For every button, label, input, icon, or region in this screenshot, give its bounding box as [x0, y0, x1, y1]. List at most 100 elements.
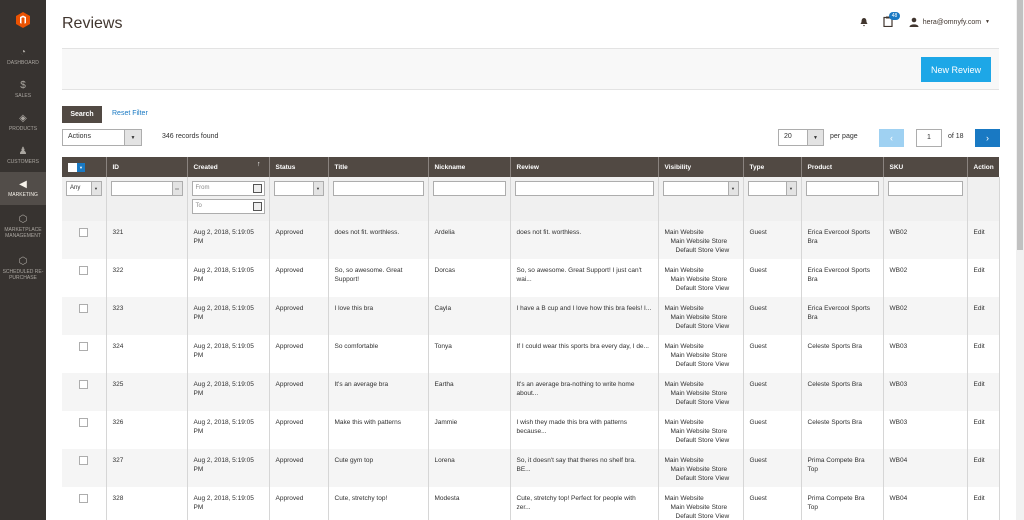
cell-title: does not fit. worthless.: [328, 221, 429, 259]
visibility-scope: Main Website Store: [670, 352, 728, 359]
sidebar-item-customers[interactable]: ♟ CUSTOMERS: [0, 139, 46, 172]
cell-title: So comfortable: [328, 335, 429, 373]
page-scrollbar[interactable]: [1016, 0, 1024, 520]
filter-title-input[interactable]: [332, 181, 424, 196]
cell-status: Approved: [269, 411, 329, 449]
table-row[interactable]: 327 Aug 2, 2018, 5:19:05 PM Approved Cute g…: [62, 449, 1000, 487]
column-header-created[interactable]: Created ↑: [187, 157, 270, 177]
edit-link[interactable]: Edit: [967, 221, 1000, 259]
magento-logo[interactable]: [0, 0, 46, 40]
reset-filter-link[interactable]: Reset Filter: [112, 110, 148, 117]
filter-visibility-select[interactable]: ▼: [662, 181, 739, 196]
row-select-cell: [62, 259, 107, 297]
edit-link[interactable]: Edit: [967, 297, 1000, 335]
per-page-label: per page: [830, 133, 858, 140]
cell-created: Aug 2, 2018, 5:19:05 PM: [187, 259, 270, 297]
edit-link[interactable]: Edit: [967, 335, 1000, 373]
row-checkbox[interactable]: [79, 380, 89, 389]
column-header-status[interactable]: Status: [269, 157, 329, 177]
sidebar-item-label: MARKETING: [8, 192, 38, 198]
filter-nickname-input[interactable]: [432, 181, 506, 196]
sidebar-item-scheduled-re-purchase[interactable]: ⬡ SCHEDULED RE-PURCHASE: [0, 247, 46, 289]
row-checkbox[interactable]: [79, 228, 89, 237]
chevron-down-icon: ▼: [90, 182, 101, 195]
column-header-visibility[interactable]: Visibility: [658, 157, 744, 177]
table-row[interactable]: 321 Aug 2, 2018, 5:19:05 PM Approved does n…: [62, 221, 1000, 259]
select-all-column[interactable]: ▼: [62, 157, 107, 177]
sidebar-item-marketplace-management[interactable]: ⬡ MARKETPLACE MANAGEMENT: [0, 205, 46, 247]
edit-link[interactable]: Edit: [967, 487, 1000, 520]
column-header-review[interactable]: Review: [510, 157, 659, 177]
column-header-nickname[interactable]: Nickname: [428, 157, 511, 177]
select-all-checkbox[interactable]: [68, 162, 77, 172]
cell-status: Approved: [269, 221, 329, 259]
table-row[interactable]: 323 Aug 2, 2018, 5:19:05 PM Approved I love…: [62, 297, 1000, 335]
scrollbar-thumb[interactable]: [1017, 0, 1023, 250]
edit-link[interactable]: Edit: [967, 373, 1000, 411]
column-header-sku[interactable]: SKU: [883, 157, 968, 177]
edit-link[interactable]: Edit: [967, 411, 1000, 449]
filter-product-input[interactable]: [805, 181, 879, 196]
cell-created: Aug 2, 2018, 5:19:05 PM: [187, 449, 270, 487]
current-page-input[interactable]: 1: [916, 129, 942, 147]
column-header-product[interactable]: Product: [801, 157, 884, 177]
next-page-button[interactable]: ›: [975, 129, 1000, 147]
cell-product: Celeste Sports Bra: [801, 411, 884, 449]
chevron-down-icon[interactable]: ▼: [77, 162, 85, 172]
row-select-cell: [62, 411, 107, 449]
calendar-icon[interactable]: [252, 184, 262, 193]
column-header-title[interactable]: Title: [328, 157, 429, 177]
bell-icon[interactable]: [859, 17, 869, 27]
row-checkbox[interactable]: [79, 494, 89, 503]
sidebar-item-products[interactable]: ◈ PRODUCTS: [0, 106, 46, 139]
row-checkbox[interactable]: [79, 342, 89, 351]
cell-id: 326: [106, 411, 188, 449]
row-checkbox[interactable]: [79, 304, 89, 313]
cell-sku: WB02: [883, 221, 968, 259]
previous-page-button[interactable]: ‹: [879, 129, 904, 147]
search-button[interactable]: Search: [62, 106, 102, 123]
row-select-cell: [62, 487, 107, 520]
filter-review-input[interactable]: [514, 181, 654, 196]
row-checkbox[interactable]: [79, 456, 89, 465]
sidebar-item-dashboard[interactable]: ◔ DASHBOARD: [0, 40, 46, 73]
table-row[interactable]: 322 Aug 2, 2018, 5:19:05 PM Approved So, so…: [62, 259, 1000, 297]
chevron-down-icon: ▼: [807, 130, 823, 145]
table-row[interactable]: 326 Aug 2, 2018, 5:19:05 PM Approved Make t…: [62, 411, 1000, 449]
mass-actions-select[interactable]: Actions ▼: [62, 129, 142, 146]
calendar-icon[interactable]: [252, 202, 262, 211]
table-row[interactable]: 328 Aug 2, 2018, 5:19:05 PM Approved Cute, …: [62, 487, 1000, 520]
filter-created-from[interactable]: From: [191, 181, 265, 196]
filter-type-select[interactable]: ▼: [747, 181, 797, 196]
user-email: hera@omnyfy.com: [922, 18, 982, 26]
cell-title: Cute, stretchy top!: [328, 487, 429, 520]
cell-type: Guest: [743, 411, 802, 449]
chevron-right-icon: ›: [986, 133, 989, 143]
sidebar-item-sales[interactable]: $ SALES: [0, 73, 46, 106]
new-review-button[interactable]: New Review: [921, 57, 991, 82]
visibility-scope: Main Website Store: [670, 390, 728, 397]
filter-created-to[interactable]: To: [191, 199, 265, 214]
row-select-cell: [62, 335, 107, 373]
visibility-scope: Main Website: [664, 495, 704, 502]
filter-id-input[interactable]: ▭: [110, 181, 183, 196]
edit-link[interactable]: Edit: [967, 449, 1000, 487]
visibility-scope: Default Store View: [675, 285, 730, 292]
column-header-id[interactable]: ID: [106, 157, 188, 177]
filter-select-any[interactable]: Any ▼: [66, 181, 102, 196]
filter-status-select[interactable]: ▼: [273, 181, 324, 196]
table-row[interactable]: 324 Aug 2, 2018, 5:19:05 PM Approved So com…: [62, 335, 1000, 373]
row-checkbox[interactable]: [79, 266, 89, 275]
sidebar-item-label: MARKETPLACE MANAGEMENT: [4, 226, 42, 239]
column-header-type[interactable]: Type: [743, 157, 802, 177]
edit-link[interactable]: Edit: [967, 259, 1000, 297]
filter-sku-input[interactable]: [887, 181, 963, 196]
cell-type: Guest: [743, 297, 802, 335]
cell-review: So, it doesn't say that theres no shelf …: [510, 449, 659, 487]
row-checkbox[interactable]: [79, 418, 89, 427]
system-messages[interactable]: 48: [883, 12, 901, 28]
user-menu[interactable]: hera@omnyfy.com ▼: [909, 17, 990, 27]
table-row[interactable]: 325 Aug 2, 2018, 5:19:05 PM Approved It's a…: [62, 373, 1000, 411]
per-page-select[interactable]: 20 ▼: [778, 129, 824, 146]
sidebar-item-marketing[interactable]: ◀ MARKETING: [0, 172, 46, 205]
